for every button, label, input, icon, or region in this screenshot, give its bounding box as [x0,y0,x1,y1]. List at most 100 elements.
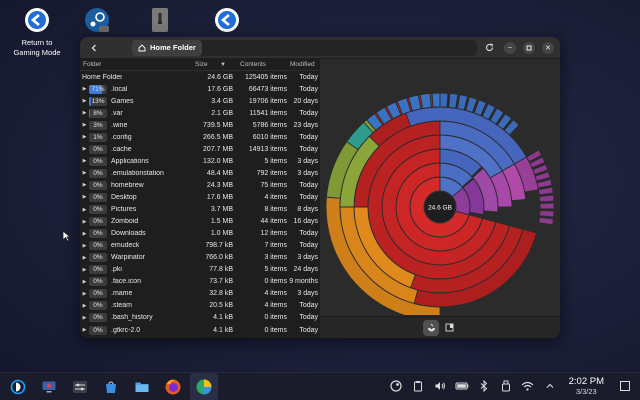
percent-value: 0% [93,326,103,334]
close-button[interactable]: ✕ [542,41,554,54]
expand-arrow-icon[interactable]: ▶ [80,327,89,333]
segment-var-sub[interactable] [539,210,555,218]
bluetooth-icon [480,380,487,393]
column-size[interactable]: Size [192,61,217,68]
folder-row[interactable]: ▶ 0% Downloads 1.0 MB 12 items Today [80,228,320,240]
treemap-view-button[interactable] [441,320,457,336]
folder-row[interactable]: ▶ 0% .emulationstation 48.4 MB 792 items 3 da… [80,167,320,179]
segment-var-sub[interactable] [537,186,554,196]
firefox-button[interactable] [159,373,187,400]
folder-row[interactable]: ▶ 0% Pictures 3.7 MB 8 items 8 days [80,204,320,216]
folder-modified: Today [299,133,318,141]
folder-name: Pictures [111,206,137,214]
desktop-icon-archive[interactable] [125,6,195,38]
segment-games-sub[interactable] [456,94,469,111]
folder-row[interactable]: ▶ 0% .gtkrc-2.0 4.1 kB 0 items Today [80,324,320,336]
column-modified[interactable]: Modified [287,61,320,68]
folder-row[interactable]: ▶ 0% emudeck 798.7 kB 7 items Today [80,240,320,252]
folder-name: Games [111,97,134,105]
root-row[interactable]: Home Folder 24.6 GB 125405 items Today [80,71,320,83]
folder-row[interactable]: ▶ 0% .steam 20.5 kB 4 items Today [80,300,320,312]
expand-arrow-icon[interactable]: ▶ [80,207,89,213]
expand-arrow-icon[interactable]: ▶ [80,110,89,116]
clock[interactable]: 2:02 PM 3/3/23 [569,376,604,397]
maximize-button[interactable] [523,41,535,54]
folder-row[interactable]: ▶ 0% Warpinator 766.0 kB 3 items 3 days [80,252,320,264]
tray-expand-button[interactable] [543,379,557,393]
expand-arrow-icon[interactable]: ▶ [80,86,89,92]
expand-arrow-icon[interactable]: ▶ [80,267,89,273]
volume-button[interactable] [433,379,447,393]
store-button[interactable] [97,373,125,400]
desktop-icon-steam[interactable] [62,6,132,38]
folder-row[interactable]: ▶ 0% .cache 207.7 MB 14913 items Today [80,143,320,155]
segment-games-sub[interactable] [419,92,432,110]
folder-contents: 3 items [264,254,287,262]
show-desktop-button[interactable] [618,379,632,393]
expand-arrow-icon[interactable]: ▶ [80,146,89,152]
folder-row[interactable]: ▶ 0% .mame 32.8 kB 4 items 3 days [80,288,320,300]
refresh-button[interactable] [481,40,497,56]
settings-button[interactable] [66,373,94,400]
wifi-button[interactable] [521,379,535,393]
desktop-icon-return[interactable] [192,6,262,38]
folder-row[interactable]: ▶ 0% .pki 77.8 kB 5 items 24 days [80,264,320,276]
app-launcher-button[interactable] [4,373,32,400]
expand-arrow-icon[interactable]: ▶ [80,291,89,297]
expand-arrow-icon[interactable]: ▶ [80,122,89,128]
folder-row[interactable]: ▶ 0% homebrew 24.3 MB 75 items Today [80,179,320,191]
device-button[interactable] [499,379,513,393]
minimize-button[interactable]: – [504,41,516,54]
expand-arrow-icon[interactable]: ▶ [80,170,89,176]
ring-chart-view-button[interactable] [423,319,439,336]
percent-value: 13% [91,97,105,105]
column-contents[interactable]: Contents [237,61,287,68]
folder-row[interactable]: ▶ 8% .var 2.1 GB 11541 items Today [80,107,320,119]
expand-arrow-icon[interactable]: ▶ [80,315,89,321]
folder-row[interactable]: ▶ 0% .bash_history 4.1 kB 0 items Today [80,312,320,324]
folder-row[interactable]: ▶ 1% .config 266.5 MB 6010 items Today [80,131,320,143]
expand-arrow-icon[interactable]: ▶ [80,279,89,285]
expand-arrow-icon[interactable]: ▶ [80,303,89,309]
folder-row[interactable]: ▶ 0% .face.icon 73.7 kB 0 items 9 months [80,276,320,288]
expand-arrow-icon[interactable]: ▶ [80,219,89,225]
steam-tray-button[interactable] [389,379,403,393]
folder-row[interactable]: ▶ 0% Applications 132.0 MB 5 items 3 days [80,155,320,167]
folder-row[interactable]: ▶ 0% Zomboid 1.5 MB 44 items 16 days [80,216,320,228]
folder-modified: Today [299,145,318,153]
folder-row[interactable]: ▶ 0% Desktop 17.6 MB 4 items Today [80,191,320,203]
expand-arrow-icon[interactable]: ▶ [80,182,89,188]
folder-contents: 5 items [264,157,287,165]
folder-contents: 0 items [264,278,287,286]
expand-arrow-icon[interactable]: ▶ [80,158,89,164]
expand-arrow-icon[interactable]: ▶ [80,231,89,237]
battery-button[interactable] [455,379,469,393]
back-button[interactable] [86,40,102,56]
clipboard-button[interactable] [411,379,425,393]
expand-arrow-icon[interactable]: ▶ [80,194,89,200]
discover-button[interactable] [35,373,63,400]
bluetooth-button[interactable] [477,379,491,393]
filelight-button[interactable] [190,372,218,400]
column-folder[interactable]: Folder [80,61,192,68]
folder-modified: 24 days [293,266,318,274]
segment-games-sub[interactable] [448,92,459,109]
steam-icon [83,6,111,34]
expand-arrow-icon[interactable]: ▶ [80,98,89,104]
folder-row[interactable]: ▶ 13% Games 3.4 GB 19706 items 20 days [80,95,320,107]
expand-arrow-icon[interactable]: ▶ [80,134,89,140]
expand-arrow-icon[interactable]: ▶ [80,255,89,261]
segment-var-sub[interactable] [538,194,555,203]
ring-chart[interactable]: 24.6 GB [320,59,560,315]
percent-badge: 0% [89,289,107,299]
folder-size: 266.5 MB [203,133,233,141]
segment-var-sub[interactable] [538,216,554,226]
file-manager-button[interactable] [128,373,156,400]
folder-row[interactable]: ▶ 71% .local 17.6 GB 66473 items Today [80,83,320,95]
expand-arrow-icon[interactable]: ▶ [80,243,89,249]
folder-row[interactable]: ▶ 3% .wine 739.5 MB 5786 items 23 days [80,119,320,131]
segment-var-sub[interactable] [539,202,555,210]
percent-value: 1% [93,133,103,141]
segment-games-sub[interactable] [439,92,449,108]
breadcrumb-home[interactable]: Home Folder [132,39,202,56]
